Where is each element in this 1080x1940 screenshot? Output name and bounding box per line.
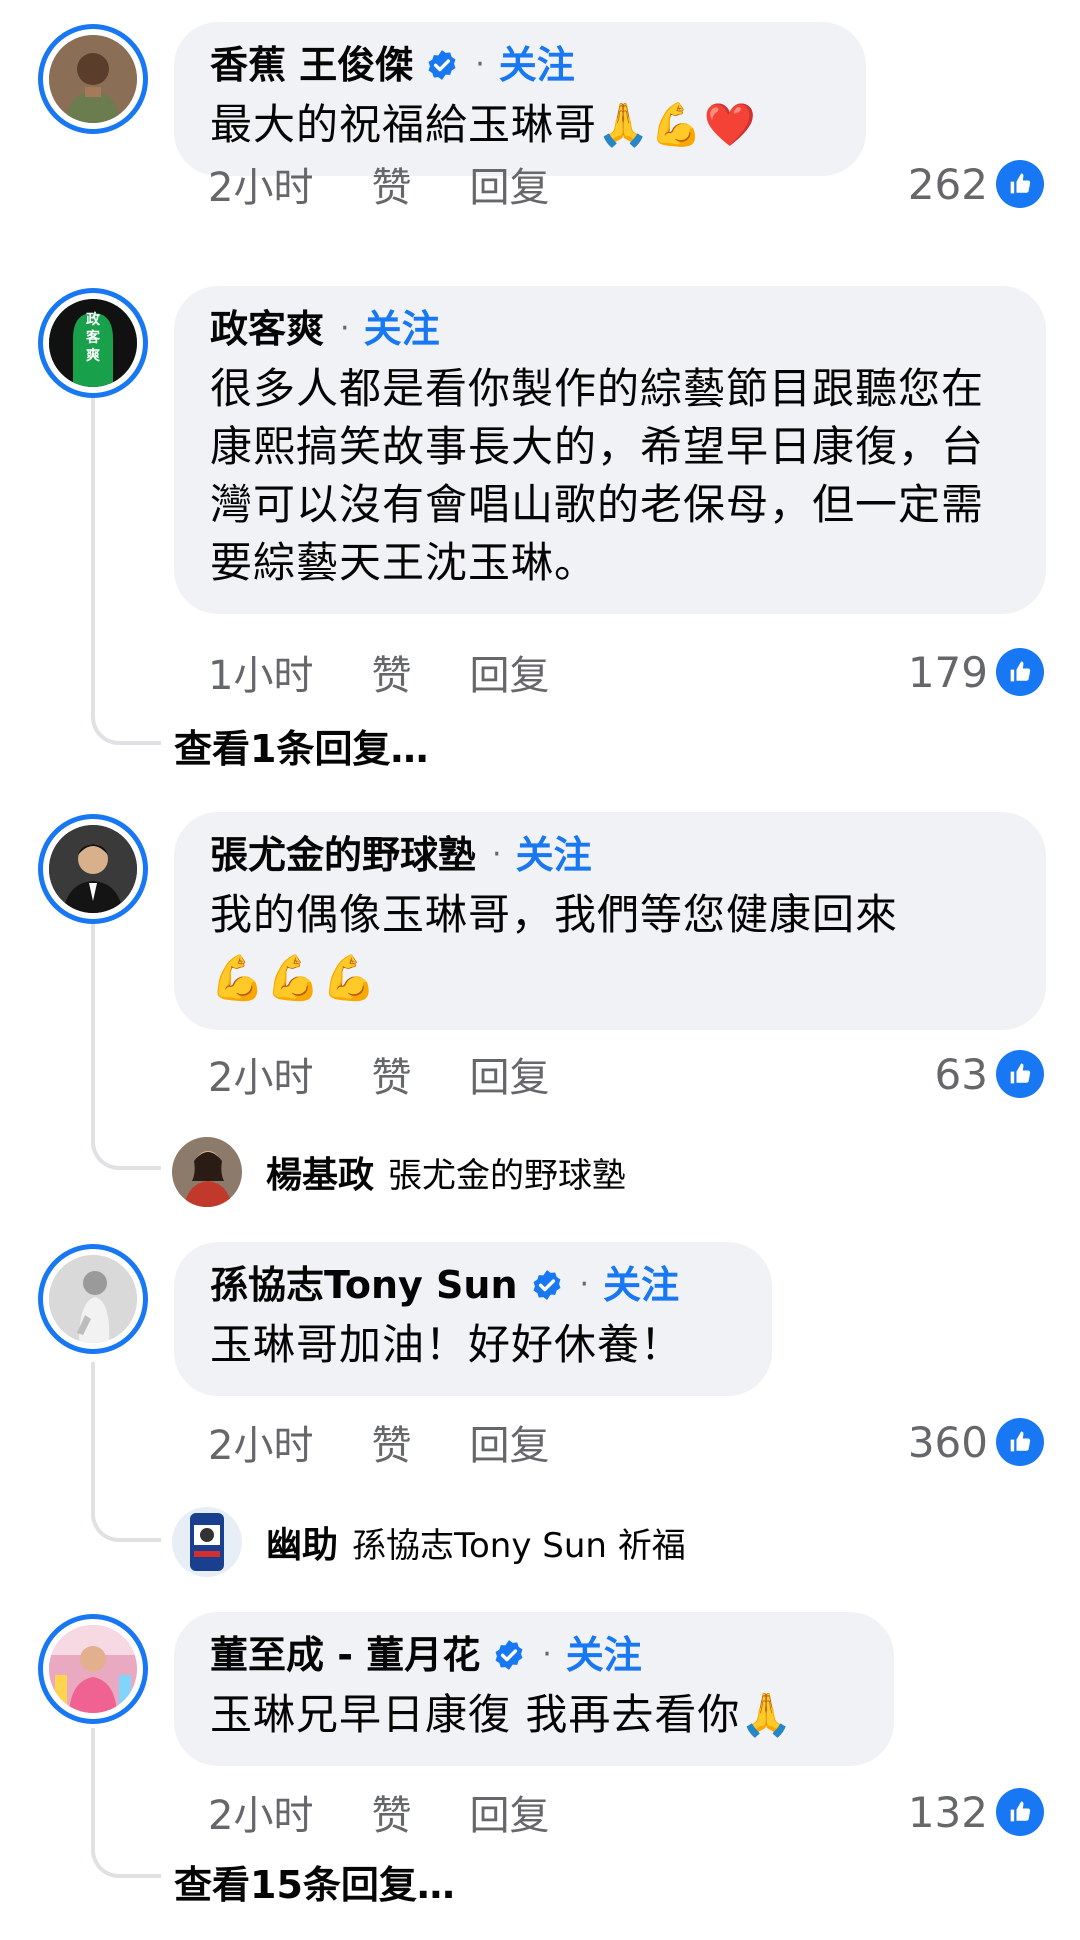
like-count-number: 262 [907, 159, 988, 209]
comment-actions: 2小时 赞 回复 63 [208, 1046, 1044, 1102]
reply-text: 張尤金的野球塾 [388, 1155, 627, 1196]
comment-bubble: 張尤金的野球塾 · 关注 我的偶像玉琳哥，我們等您健康回來 💪💪💪 [174, 812, 1046, 1030]
follow-button[interactable]: 关注 [516, 830, 592, 880]
comment-text: 玉琳哥加油！好好休養！ [210, 1320, 684, 1369]
like-count-number: 179 [907, 647, 988, 697]
like-count[interactable]: 179 [908, 644, 1044, 700]
comment-time[interactable]: 2小时 [208, 1413, 313, 1471]
reply-avatar[interactable] [172, 1507, 242, 1577]
comment-actions: 2小时 赞 回复 360 [208, 1414, 1044, 1470]
like-button[interactable]: 赞 [371, 1783, 411, 1841]
verified-badge-icon [425, 48, 459, 82]
comment-bubble: 政客爽 · 关注 很多人都是看你製作的綜藝節目跟聽您在康熙搞笑故事長大的，希望早… [174, 286, 1046, 614]
comment-bubble: 香蕉 王俊傑 · 关注 最大的祝福給玉琳哥🙏💪❤️ [174, 22, 866, 176]
commenter-name[interactable]: 政客爽 [210, 304, 324, 354]
comment-actions: 2小时 赞 回复 132 [208, 1784, 1044, 1840]
like-count[interactable]: 132 [908, 1784, 1044, 1840]
view-replies-link[interactable]: 查看15条回复… [174, 1854, 455, 1909]
thread-line [91, 345, 161, 745]
like-count[interactable]: 63 [935, 1046, 1044, 1102]
comment-text: 玉琳兄早日康復 我再去看你🙏 [210, 1690, 794, 1739]
thread-line [91, 1728, 161, 1878]
reply-preview[interactable]: 幽助 孫協志Tony Sun 祈福 [172, 1506, 686, 1578]
avatar[interactable]: 政客爽 [38, 288, 148, 398]
commenter-name[interactable]: 孫協志Tony Sun [210, 1260, 518, 1310]
comment-text: 最大的祝福給玉琳哥🙏💪❤️ [210, 100, 757, 149]
verified-badge-icon [530, 1268, 564, 1302]
reply-preview[interactable]: 楊基政 張尤金的野球塾 [172, 1136, 626, 1208]
avatar[interactable] [38, 1614, 148, 1724]
like-button[interactable]: 赞 [371, 643, 411, 701]
like-count-number: 132 [907, 1787, 988, 1837]
follow-button[interactable]: 关注 [566, 1630, 642, 1680]
comment-actions: 1小时 赞 回复 179 [208, 644, 1044, 700]
comment-time[interactable]: 2小时 [208, 1045, 313, 1103]
reply-text: 孫協志Tony Sun 祈福 [352, 1525, 686, 1566]
comment-bubble: 孫協志Tony Sun · 关注 玉琳哥加油！好好休養！ [174, 1242, 772, 1396]
comment-time[interactable]: 1小时 [208, 643, 313, 701]
thumbs-up-icon [996, 1788, 1044, 1836]
follow-button[interactable]: 关注 [499, 40, 575, 90]
reply-button[interactable]: 回复 [469, 1413, 549, 1471]
like-count-number: 360 [907, 1417, 988, 1467]
reply-button[interactable]: 回复 [469, 643, 549, 701]
reply-author[interactable]: 幽助 [266, 1516, 338, 1568]
avatar-label: 政客爽 [86, 312, 100, 364]
comment-actions: 2小时 赞 回复 262 [208, 156, 1044, 212]
comment-text: 很多人都是看你製作的綜藝節目跟聽您在康熙搞笑故事長大的，希望早日康復，台灣可以沒… [210, 364, 985, 587]
commenter-name[interactable]: 香蕉 王俊傑 [210, 40, 413, 90]
reply-button[interactable]: 回复 [469, 1783, 549, 1841]
comment-text: 我的偶像玉琳哥，我們等您健康回來 [210, 890, 899, 939]
follow-button[interactable]: 关注 [364, 304, 440, 354]
comment-bubble: 董至成 - 董月花 · 关注 玉琳兄早日康復 我再去看你🙏 [174, 1612, 894, 1766]
like-button[interactable]: 赞 [371, 1045, 411, 1103]
thumbs-up-icon [996, 1050, 1044, 1098]
avatar[interactable] [38, 814, 148, 924]
verified-badge-icon [492, 1638, 526, 1672]
reply-avatar[interactable] [172, 1137, 242, 1207]
like-button[interactable]: 赞 [371, 1413, 411, 1471]
like-button[interactable]: 赞 [371, 155, 411, 213]
avatar[interactable] [38, 1244, 148, 1354]
reply-button[interactable]: 回复 [469, 155, 549, 213]
thumbs-up-icon [996, 1418, 1044, 1466]
reply-button[interactable]: 回复 [469, 1045, 549, 1103]
thread-line [91, 1362, 161, 1542]
like-count[interactable]: 262 [908, 156, 1044, 212]
thumbs-up-icon [996, 648, 1044, 696]
thread-line [91, 880, 161, 1170]
commenter-name[interactable]: 張尤金的野球塾 [210, 830, 476, 880]
comment-time[interactable]: 2小时 [208, 1783, 313, 1841]
comment-emoji: 💪💪💪 [210, 953, 378, 1004]
view-replies-link[interactable]: 查看1条回复… [174, 718, 428, 773]
follow-button[interactable]: 关注 [603, 1260, 679, 1310]
commenter-name[interactable]: 董至成 - 董月花 [210, 1630, 480, 1680]
like-count[interactable]: 360 [908, 1414, 1044, 1470]
reply-author[interactable]: 楊基政 [266, 1146, 374, 1198]
like-count-number: 63 [934, 1049, 988, 1099]
thumbs-up-icon [996, 160, 1044, 208]
avatar[interactable] [38, 24, 148, 134]
comment-time[interactable]: 2小时 [208, 155, 313, 213]
